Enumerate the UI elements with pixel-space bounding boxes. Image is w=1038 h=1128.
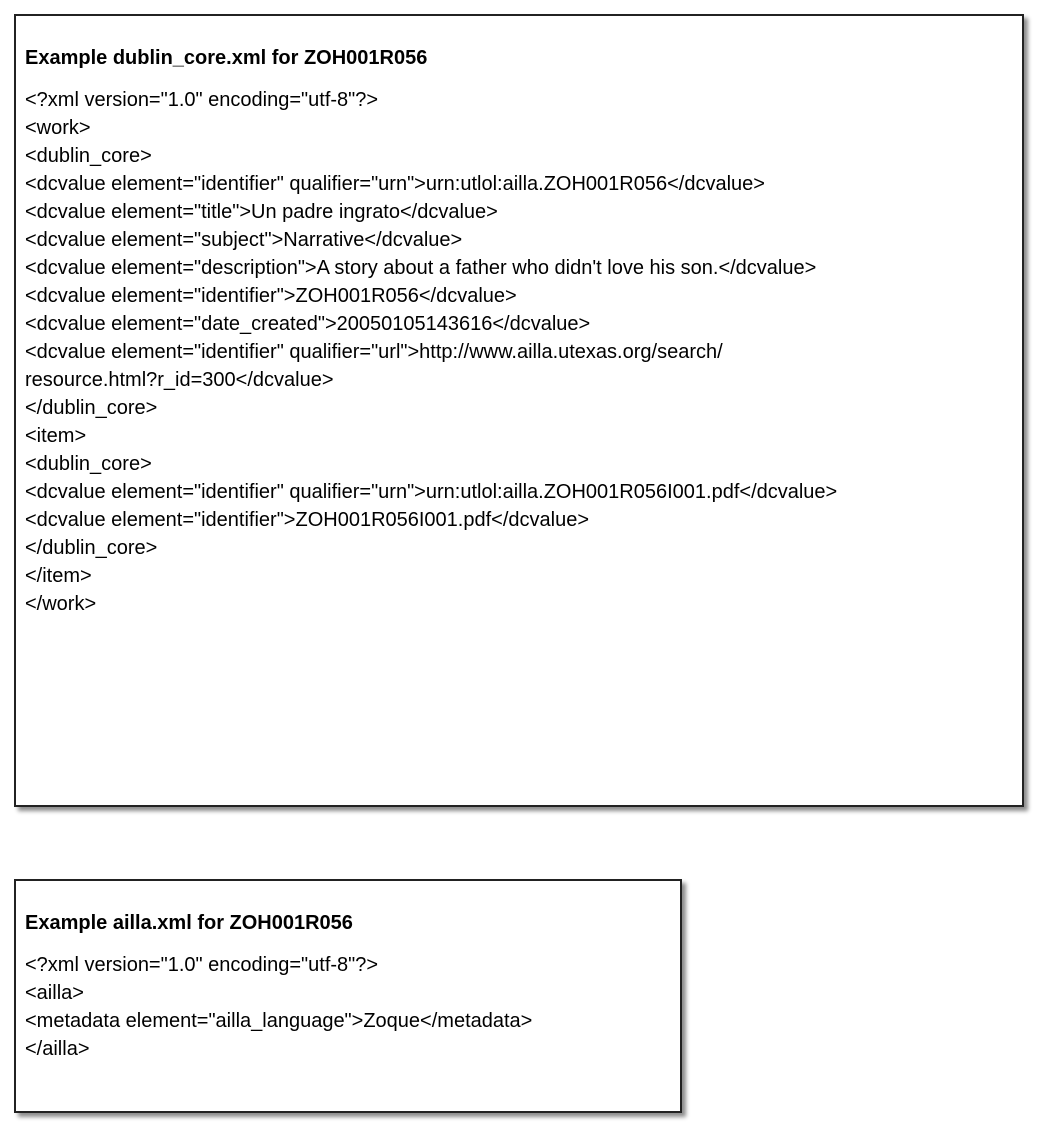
xml-line: </item> [25, 565, 92, 587]
xml-line: <metadata element="ailla_language">Zoque… [25, 1010, 533, 1032]
xml-line: </ailla> [25, 1038, 90, 1060]
xml-line: <dcvalue element="identifier" qualifier=… [25, 173, 765, 195]
xml-line: <?xml version="1.0" encoding="utf-8"?> [25, 954, 379, 976]
ailla-example-panel: Example ailla.xml for ZOH001R056 <?xml v… [14, 879, 682, 1113]
xml-line: <work> [25, 117, 91, 139]
xml-line: </dublin_core> [25, 397, 158, 419]
xml-line: <ailla> [25, 982, 84, 1004]
xml-line: </dublin_core> [25, 537, 158, 559]
xml-line: </work> [25, 593, 97, 615]
panel-title: Example dublin_core.xml for ZOH001R056 [25, 47, 428, 69]
dublin-core-example-panel: Example dublin_core.xml for ZOH001R056 <… [14, 14, 1024, 807]
xml-line: <dcvalue element="description">A story a… [25, 257, 817, 279]
xml-line: <dublin_core> [25, 145, 152, 167]
xml-line: resource.html?r_id=300</dcvalue> [25, 369, 334, 391]
panel-title: Example ailla.xml for ZOH001R056 [25, 912, 353, 934]
xml-line: <dcvalue element="identifier">ZOH001R056… [25, 509, 590, 531]
xml-code-block: <?xml version="1.0" encoding="utf-8"?> <… [25, 86, 1013, 618]
xml-line: <dcvalue element="identifier">ZOH001R056… [25, 285, 517, 307]
xml-line: <item> [25, 425, 87, 447]
xml-line: <dcvalue element="title">Un padre ingrat… [25, 201, 498, 223]
xml-line: <dcvalue element="date_created">20050105… [25, 313, 591, 335]
xml-code-block: <?xml version="1.0" encoding="utf-8"?> <… [25, 951, 671, 1063]
xml-line: <?xml version="1.0" encoding="utf-8"?> [25, 89, 379, 111]
xml-line: <dcvalue element="subject">Narrative</dc… [25, 229, 463, 251]
xml-line: <dublin_core> [25, 453, 152, 475]
xml-line: <dcvalue element="identifier" qualifier=… [25, 341, 723, 363]
xml-line: <dcvalue element="identifier" qualifier=… [25, 481, 838, 503]
